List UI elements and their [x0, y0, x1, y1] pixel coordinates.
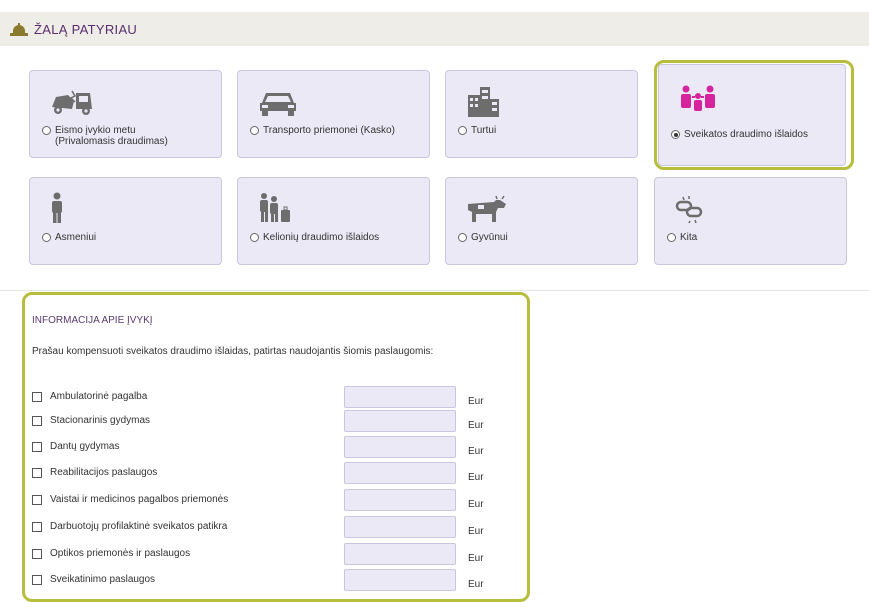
expense-row: Stacionarinis gydymas Eur [32, 410, 502, 438]
info-title: INFORMACIJA APIE ĮVYKĮ [32, 315, 153, 326]
radio-person[interactable] [42, 233, 51, 242]
expense-row: Optikos priemonės ir paslaugos Eur [32, 543, 502, 571]
currency-label: Eur [468, 499, 484, 510]
category-card-property[interactable]: Turtui [445, 70, 638, 158]
expense-row: Vaistai ir medicinos pagalbos priemonės … [32, 489, 502, 517]
expense-label: Reabilitacijos paslaugos [50, 467, 158, 478]
expense-label: Optikos priemonės ir paslaugos [50, 548, 191, 559]
currency-label: Eur [468, 446, 484, 457]
category-label: Kita [680, 232, 698, 243]
currency-label: Eur [468, 396, 484, 407]
person-icon [50, 192, 64, 224]
link-icon [675, 194, 705, 224]
expense-row: Dantų gydymas Eur [32, 436, 502, 464]
section-title: ŽALĄ PATYRIAU [34, 22, 138, 37]
category-card-other[interactable]: Kita [654, 177, 847, 265]
cow-icon [466, 194, 508, 224]
category-card-kasko[interactable]: Transporto priemonei (Kasko) [237, 70, 430, 158]
expense-label: Ambulatorinė pagalba [50, 391, 148, 402]
amount-input[interactable] [344, 436, 456, 458]
traveler-icon [258, 193, 292, 224]
category-card-animal[interactable]: Gyvūnui [445, 177, 638, 265]
car-icon [258, 87, 298, 117]
checkbox-medicines[interactable] [32, 495, 42, 505]
checkbox-dental[interactable] [32, 442, 42, 452]
car-crash-icon [50, 87, 94, 117]
expense-label: Vaistai ir medicinos pagalbos priemonės [50, 494, 229, 505]
amount-input[interactable] [344, 462, 456, 484]
expense-label: Darbuotojų profilaktinė sveikatos patikr… [50, 521, 228, 532]
section-header: ŽALĄ PATYRIAU [0, 12, 869, 46]
currency-label: Eur [468, 579, 484, 590]
expense-label: Dantų gydymas [50, 441, 120, 452]
category-label: Transporto priemonei (Kasko) [263, 125, 395, 136]
currency-label: Eur [468, 472, 484, 483]
expense-label: Stacionarinis gydymas [50, 415, 151, 426]
expense-row: Sveikatinimo paslaugos Eur [32, 569, 502, 597]
currency-label: Eur [468, 553, 484, 564]
checkbox-health-check[interactable] [32, 522, 42, 532]
radio-other[interactable] [667, 233, 676, 242]
divider [0, 290, 869, 291]
radio-kasko[interactable] [250, 126, 259, 135]
amount-input[interactable] [344, 543, 456, 565]
amount-input[interactable] [344, 569, 456, 591]
selected-card-highlight [654, 60, 854, 170]
category-sublabel: (Privalomasis draudimas) [55, 136, 168, 147]
category-card-accident[interactable]: Eismo įvykio metu (Privalomasis draudimas… [29, 70, 222, 158]
currency-label: Eur [468, 526, 484, 537]
radio-accident[interactable] [42, 126, 51, 135]
radio-animal[interactable] [458, 233, 467, 242]
checkbox-wellness[interactable] [32, 575, 42, 585]
bell-icon [10, 22, 28, 36]
checkbox-inpatient[interactable] [32, 416, 42, 426]
expense-label: Sveikatinimo paslaugos [50, 574, 156, 585]
buildings-icon [466, 87, 500, 117]
category-label: Kelionių draudimo išlaidos [263, 232, 380, 243]
amount-input[interactable] [344, 516, 456, 538]
amount-input[interactable] [344, 386, 456, 408]
top-bar [0, 0, 869, 12]
currency-label: Eur [468, 420, 484, 431]
category-card-person[interactable]: Asmeniui [29, 177, 222, 265]
checkbox-outpatient[interactable] [32, 392, 42, 402]
amount-input[interactable] [344, 489, 456, 511]
amount-input[interactable] [344, 410, 456, 432]
category-label: Eismo įvykio metu [55, 125, 136, 136]
category-card-travel[interactable]: Kelionių draudimo išlaidos [237, 177, 430, 265]
category-label: Asmeniui [55, 232, 97, 243]
expense-row: Reabilitacijos paslaugos Eur [32, 462, 502, 490]
category-label: Turtui [471, 125, 497, 136]
info-instruction: Prašau kompensuoti sveikatos draudimo iš… [32, 346, 434, 357]
expense-row: Darbuotojų profilaktinė sveikatos patikr… [32, 516, 502, 544]
radio-travel[interactable] [250, 233, 259, 242]
checkbox-optics[interactable] [32, 549, 42, 559]
checkbox-rehabilitation[interactable] [32, 468, 42, 478]
category-label: Gyvūnui [471, 232, 508, 243]
radio-property[interactable] [458, 126, 467, 135]
